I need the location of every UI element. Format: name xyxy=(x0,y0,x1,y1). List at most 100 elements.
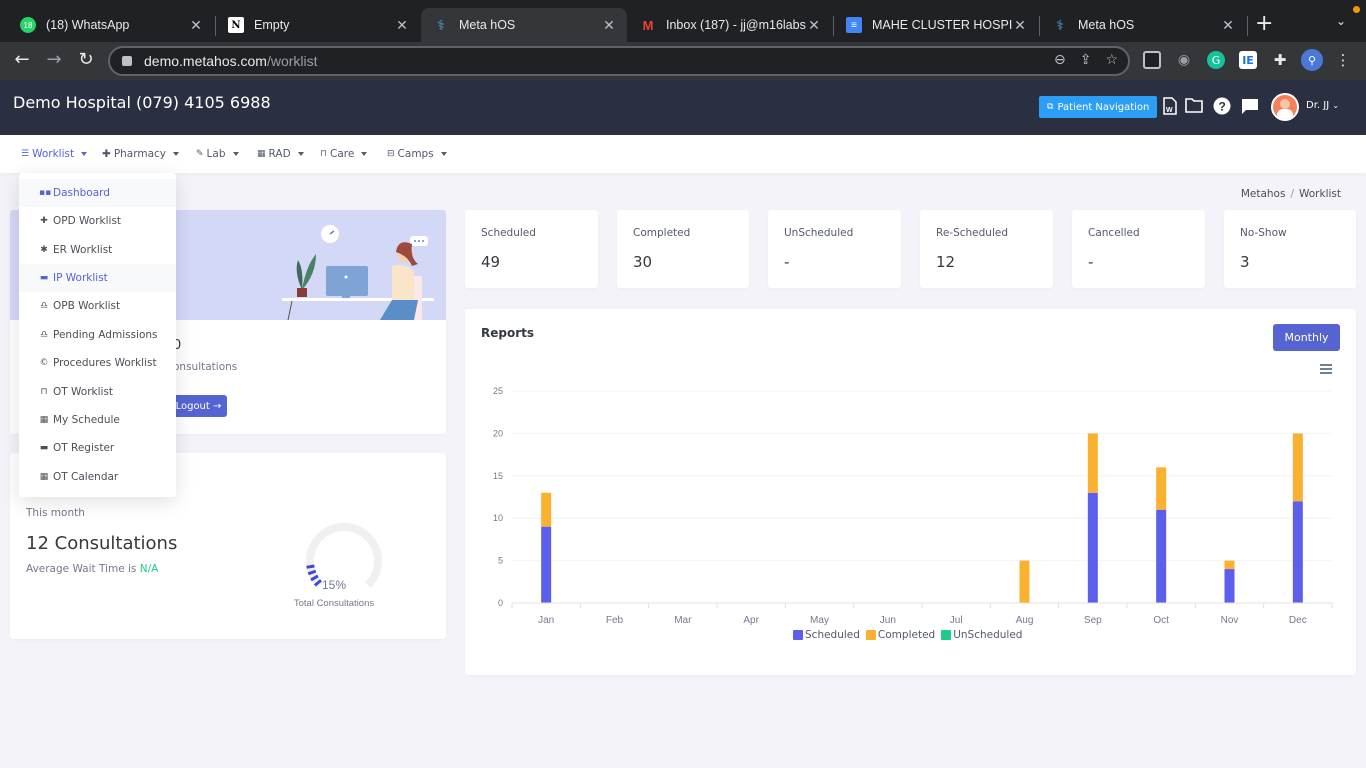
menu-item-pending-admissions[interactable]: ♎ Pending Admissions xyxy=(19,321,176,349)
close-tab-icon[interactable]: ✕ xyxy=(394,17,410,34)
bar-scheduled-oct[interactable] xyxy=(1156,509,1167,603)
browser-tab-meta-hos[interactable]: ⚕ Meta hOS ✕ xyxy=(1040,8,1246,42)
bar-completed-nov[interactable] xyxy=(1224,560,1235,570)
close-tab-icon[interactable]: ✕ xyxy=(806,17,822,34)
stat-card-unscheduled[interactable]: UnScheduled - xyxy=(768,210,901,288)
monthly-period-button[interactable]: Monthly xyxy=(1273,324,1340,351)
close-tab-icon[interactable]: ✕ xyxy=(601,17,617,34)
bell-icon: ♎ xyxy=(39,330,49,340)
tab-search-chevron-icon[interactable]: ⌄ xyxy=(1336,14,1346,28)
reload-icon[interactable]: ↻ xyxy=(74,48,98,72)
stat-card-no-show[interactable]: No-Show 3 xyxy=(1224,210,1356,288)
legend-item-unscheduled[interactable]: UnScheduled xyxy=(941,629,1022,641)
browser-tab-whatsapp[interactable]: 18 (18) WhatsApp ✕ xyxy=(8,8,214,42)
bar-completed-aug[interactable] xyxy=(1019,560,1030,603)
nav-care[interactable]: ⊓ Care xyxy=(320,148,368,160)
tab-title: MAHE CLUSTER HOSPITA xyxy=(872,18,1012,32)
menu-item-ot-worklist[interactable]: ⊓ OT Worklist xyxy=(19,378,176,406)
menu-item-ot-register[interactable]: ▬ OT Register xyxy=(19,434,176,462)
menu-item-label: OT Worklist xyxy=(53,386,114,398)
help-icon[interactable]: ? xyxy=(1212,97,1232,119)
patient-navigation-button[interactable]: ⧉ Patient Navigation xyxy=(1039,96,1158,118)
close-tab-icon[interactable]: ✕ xyxy=(1220,17,1236,34)
nav-rad[interactable]: ▦ RAD xyxy=(257,148,304,160)
legend-item-scheduled[interactable]: Scheduled xyxy=(793,629,860,641)
address-bar[interactable]: demo.metahos.com/worklist ⊖ ⇪ ☆ xyxy=(108,46,1130,76)
stat-value: 3 xyxy=(1240,253,1250,271)
menu-item-ip-worklist[interactable]: ▬ IP Worklist xyxy=(19,264,176,292)
browser-tab-google-docs[interactable]: ≡ MAHE CLUSTER HOSPITA ✕ xyxy=(834,8,1038,42)
bar-completed-sep[interactable] xyxy=(1087,433,1098,493)
menu-item-my-schedule[interactable]: ▦ My Schedule xyxy=(19,406,176,434)
menu-item-ot-calendar[interactable]: ▦ OT Calendar xyxy=(19,463,176,491)
x-tick-label: Aug xyxy=(1016,615,1034,626)
nav-lab[interactable]: ✎ Lab xyxy=(196,148,239,160)
nav-camps[interactable]: ⊟ Camps xyxy=(387,148,447,160)
back-arrow-icon[interactable]: ← xyxy=(10,48,34,72)
menu-item-er-worklist[interactable]: ✱ ER Worklist xyxy=(19,236,176,264)
close-tab-icon[interactable]: ✕ xyxy=(1012,17,1028,34)
x-tick-label: Dec xyxy=(1289,615,1307,626)
forward-arrow-icon[interactable]: → xyxy=(42,48,66,72)
user-menu[interactable]: Dr. JJ ⌄ xyxy=(1306,100,1339,111)
bar-scheduled-nov[interactable] xyxy=(1224,569,1235,603)
reports-title: Reports xyxy=(481,326,535,340)
menu-item-procedures-worklist[interactable]: © Procedures Worklist xyxy=(19,349,176,377)
tab-divider xyxy=(1247,16,1248,36)
gauge-track xyxy=(306,523,382,588)
share-icon[interactable]: ⇪ xyxy=(1080,52,1092,68)
new-tab-plus-icon[interactable]: + xyxy=(1255,12,1273,36)
bar-scheduled-jan[interactable] xyxy=(541,526,552,603)
logout-button[interactable]: Logout → xyxy=(170,395,227,417)
folder-icon[interactable] xyxy=(1184,97,1204,117)
bar-completed-jan[interactable] xyxy=(541,492,552,527)
x-tick-label: Feb xyxy=(606,615,624,626)
bar-scheduled-sep[interactable] xyxy=(1087,492,1098,603)
word-document-icon[interactable]: W xyxy=(1160,97,1180,119)
bookmark-star-icon[interactable]: ☆ xyxy=(1105,52,1118,68)
legend-item-completed[interactable]: Completed xyxy=(865,629,935,641)
browser-tab-strip: 18 (18) WhatsApp ✕ N Empty ✕ ⚕ Meta hOS … xyxy=(0,0,1366,42)
grammarly-icon[interactable]: G xyxy=(1207,51,1225,69)
stat-card-scheduled[interactable]: Scheduled 49 xyxy=(465,210,598,288)
gauge-caption: Total Consultations xyxy=(294,598,375,609)
browser-tab-gmail[interactable]: M Inbox (187) - jj@m16labs. ✕ xyxy=(628,8,832,42)
chat-icon[interactable] xyxy=(1240,97,1260,119)
extension-ie-icon[interactable]: IE xyxy=(1239,51,1257,69)
zoom-out-icon[interactable]: ⊖ xyxy=(1054,52,1066,68)
bar-completed-dec[interactable] xyxy=(1292,433,1303,502)
bar-completed-oct[interactable] xyxy=(1156,467,1167,510)
nav-label: Pharmacy xyxy=(113,148,167,160)
menu-item-dashboard[interactable]: ▪▪ Dashboard xyxy=(19,179,176,207)
y-tick-label: 25 xyxy=(493,386,503,396)
y-tick-label: 10 xyxy=(493,513,503,523)
bar-scheduled-dec[interactable] xyxy=(1292,501,1303,603)
user-avatar[interactable] xyxy=(1271,93,1299,121)
url-host: demo.metahos.com xyxy=(144,53,267,69)
close-tab-icon[interactable]: ✕ xyxy=(188,17,204,34)
camera-extension-icon[interactable]: ◉ xyxy=(1175,51,1193,69)
nav-pharmacy[interactable]: ✚ Pharmacy xyxy=(102,148,180,160)
profile-avatar-icon[interactable]: ⚲ xyxy=(1301,49,1323,71)
y-tick-label: 0 xyxy=(498,598,503,608)
menu-item-opd-worklist[interactable]: ✚ OPD Worklist xyxy=(19,207,176,235)
browser-tab-empty[interactable]: N Empty ✕ xyxy=(216,8,420,42)
welcome-subtitle: onsultations xyxy=(173,361,238,373)
bell-icon: ♎ xyxy=(39,301,49,311)
stat-card-rescheduled[interactable]: Re-Scheduled 12 xyxy=(920,210,1053,288)
kebab-menu-icon[interactable]: ⋮ xyxy=(1334,51,1352,69)
extensions-puzzle-icon[interactable]: ✚ xyxy=(1271,51,1289,69)
chart-menu-hamburger-icon[interactable] xyxy=(1320,364,1332,374)
picture-in-picture-icon[interactable] xyxy=(1143,51,1161,69)
stat-card-completed[interactable]: Completed 30 xyxy=(617,210,749,288)
browser-tab-meta-hos-active[interactable]: ⚕ Meta hOS ✕ xyxy=(421,8,627,42)
stat-card-cancelled[interactable]: Cancelled - xyxy=(1072,210,1205,288)
legend-swatch xyxy=(941,630,952,640)
period-label: This month xyxy=(26,507,85,519)
hospital-title: Demo Hospital (079) 4105 6988 xyxy=(13,93,271,112)
x-tick-label: Nov xyxy=(1221,615,1239,626)
stat-value: - xyxy=(1088,253,1094,271)
menu-item-opb-worklist[interactable]: ♎ OPB Worklist xyxy=(19,292,176,320)
breadcrumb-root[interactable]: Metahos xyxy=(1241,188,1286,200)
nav-worklist[interactable]: ☰ Worklist xyxy=(21,148,88,160)
